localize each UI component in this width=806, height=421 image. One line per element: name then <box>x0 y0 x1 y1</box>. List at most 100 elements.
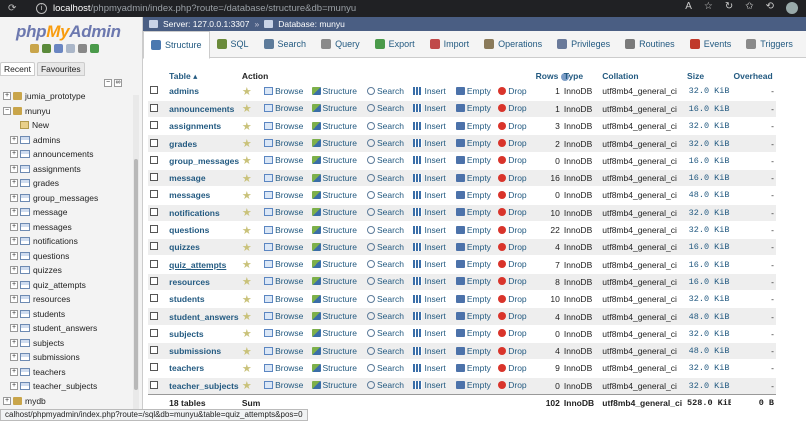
tab-search[interactable]: Search <box>257 31 315 58</box>
header-type[interactable]: Type <box>562 69 600 83</box>
favorite-star-icon[interactable]: ★ <box>242 380 252 392</box>
browse-action[interactable]: Browse <box>264 328 303 338</box>
expand-icon[interactable]: + <box>10 367 18 376</box>
drop-action[interactable]: Drop <box>498 380 527 390</box>
sidebar-item-quiz-attempts[interactable]: + quiz_attempts <box>0 278 132 293</box>
size-link[interactable]: 48.0 KiB <box>689 190 730 200</box>
insert-action[interactable]: Insert <box>413 207 446 217</box>
table-name-link[interactable]: students <box>169 294 204 304</box>
size-link[interactable]: 32.0 KiB <box>689 225 730 235</box>
home-icon[interactable] <box>30 44 39 53</box>
drop-action[interactable]: Drop <box>498 328 527 338</box>
browse-action[interactable]: Browse <box>264 207 303 217</box>
search-action[interactable]: Search <box>367 173 404 183</box>
empty-action[interactable]: Empty <box>455 86 491 96</box>
favorite-star-icon[interactable]: ★ <box>242 225 252 237</box>
drop-action[interactable]: Drop <box>498 294 527 304</box>
browse-action[interactable]: Browse <box>264 380 303 390</box>
insert-action[interactable]: Insert <box>413 173 446 183</box>
insert-action[interactable]: Insert <box>413 155 446 165</box>
collapse-all-icon[interactable]: − <box>104 79 112 87</box>
table-name-link[interactable]: messages <box>169 190 210 200</box>
table-name-link[interactable]: assignments <box>169 121 221 131</box>
search-action[interactable]: Search <box>367 86 404 96</box>
link-icon[interactable]: ∞ <box>114 79 122 87</box>
search-action[interactable]: Search <box>367 155 404 165</box>
breadcrumb-database[interactable]: Database: munyu <box>278 19 345 29</box>
favorite-star-icon[interactable]: ★ <box>242 138 252 150</box>
structure-action[interactable]: Structure <box>311 173 357 183</box>
expand-icon[interactable]: + <box>10 150 18 159</box>
drop-action[interactable]: Drop <box>498 225 527 235</box>
table-name-link[interactable]: resources <box>169 277 210 287</box>
drop-action[interactable]: Drop <box>498 86 527 96</box>
insert-action[interactable]: Insert <box>413 259 446 269</box>
table-name-link[interactable]: admins <box>169 86 199 96</box>
expand-icon[interactable]: + <box>10 193 18 202</box>
table-name-link[interactable]: teachers <box>169 363 204 373</box>
row-checkbox[interactable] <box>150 311 158 320</box>
browse-action[interactable]: Browse <box>264 242 303 252</box>
sidebar-item-grades[interactable]: + grades <box>0 176 132 191</box>
empty-action[interactable]: Empty <box>455 328 491 338</box>
drop-action[interactable]: Drop <box>498 259 527 269</box>
search-action[interactable]: Search <box>367 346 404 356</box>
browse-action[interactable]: Browse <box>264 103 303 113</box>
empty-action[interactable]: Empty <box>455 363 491 373</box>
tab-privileges[interactable]: Privileges <box>550 31 618 58</box>
row-checkbox[interactable] <box>150 276 158 285</box>
search-action[interactable]: Search <box>367 138 404 148</box>
sidebar-item-questions[interactable]: + questions <box>0 249 132 264</box>
size-link[interactable]: 32.0 KiB <box>689 329 730 339</box>
size-link[interactable]: 48.0 KiB <box>689 312 730 322</box>
insert-action[interactable]: Insert <box>413 242 446 252</box>
expand-icon[interactable]: + <box>10 208 18 217</box>
tab-recent[interactable]: Recent <box>0 62 35 76</box>
insert-action[interactable]: Insert <box>413 380 446 390</box>
structure-action[interactable]: Structure <box>311 225 357 235</box>
table-name-link[interactable]: message <box>169 173 205 183</box>
insert-action[interactable]: Insert <box>413 86 446 96</box>
favorite-star-icon[interactable]: ★ <box>242 346 252 358</box>
row-checkbox[interactable] <box>150 86 158 95</box>
favorite-star-icon[interactable]: ★ <box>242 121 252 133</box>
expand-icon[interactable]: + <box>10 251 18 260</box>
drop-action[interactable]: Drop <box>498 276 527 286</box>
browse-action[interactable]: Browse <box>264 259 303 269</box>
expand-icon[interactable]: + <box>10 309 18 318</box>
structure-action[interactable]: Structure <box>311 207 357 217</box>
insert-action[interactable]: Insert <box>413 363 446 373</box>
size-link[interactable]: 16.0 KiB <box>689 104 730 114</box>
insert-action[interactable]: Insert <box>413 346 446 356</box>
empty-action[interactable]: Empty <box>455 380 491 390</box>
browse-action[interactable]: Browse <box>264 294 303 304</box>
insert-action[interactable]: Insert <box>413 103 446 113</box>
favorite-star-icon[interactable]: ★ <box>242 173 252 185</box>
table-name-link[interactable]: questions <box>169 225 209 235</box>
favorite-star-icon[interactable]: ★ <box>242 103 252 115</box>
expand-icon[interactable]: + <box>10 295 18 304</box>
sidebar-item-announcements[interactable]: + announcements <box>0 147 132 162</box>
empty-action[interactable]: Empty <box>455 103 491 113</box>
drop-action[interactable]: Drop <box>498 363 527 373</box>
size-link[interactable]: 32.0 KiB <box>689 208 730 218</box>
structure-action[interactable]: Structure <box>311 86 357 96</box>
search-action[interactable]: Search <box>367 103 404 113</box>
drop-action[interactable]: Drop <box>498 346 527 356</box>
structure-action[interactable]: Structure <box>311 276 357 286</box>
drop-action[interactable]: Drop <box>498 121 527 131</box>
sidebar-item-assignments[interactable]: + assignments <box>0 162 132 177</box>
reload-icon[interactable]: ⟳ <box>8 3 16 14</box>
favorite-star-icon[interactable]: ★ <box>242 242 252 254</box>
favorite-star-icon[interactable]: ★ <box>242 363 252 375</box>
empty-action[interactable]: Empty <box>455 276 491 286</box>
search-action[interactable]: Search <box>367 190 404 200</box>
size-link[interactable]: 16.0 KiB <box>689 173 730 183</box>
empty-action[interactable]: Empty <box>455 121 491 131</box>
insert-action[interactable]: Insert <box>413 311 446 321</box>
sidebar-item-group-messages[interactable]: + group_messages <box>0 191 132 206</box>
row-checkbox[interactable] <box>150 207 158 216</box>
empty-action[interactable]: Empty <box>455 311 491 321</box>
size-link[interactable]: 32.0 KiB <box>689 294 730 304</box>
row-checkbox[interactable] <box>150 328 158 337</box>
